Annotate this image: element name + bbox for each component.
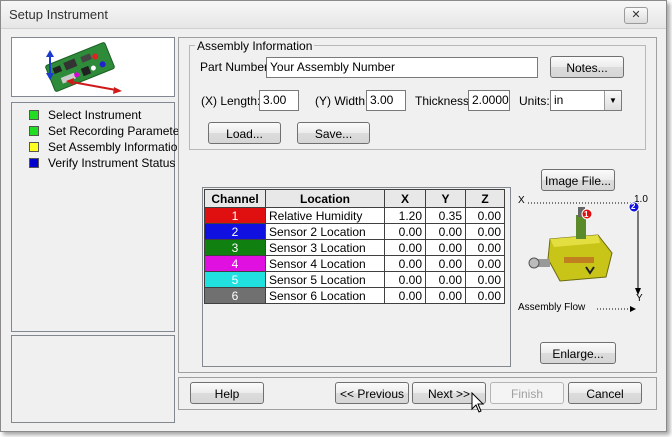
x-cell[interactable]: 0.00 bbox=[384, 271, 426, 288]
z-cell[interactable]: 0.00 bbox=[465, 255, 505, 272]
step-status-indicator bbox=[29, 126, 39, 136]
instrument-image bbox=[528, 207, 613, 282]
length-label: (X) Length: bbox=[201, 94, 261, 108]
table-header-row: Channel Location X Y Z bbox=[204, 189, 505, 208]
step-label: Set Recording Parameters bbox=[48, 124, 190, 138]
length-input[interactable]: 3.00 bbox=[259, 90, 299, 111]
table-row[interactable]: 4 Sensor 4 Location 0.00 0.00 0.00 bbox=[204, 255, 505, 272]
y-cell[interactable]: 0.00 bbox=[425, 271, 466, 288]
table-row[interactable]: 2 Sensor 2 Location 0.00 0.00 0.00 bbox=[204, 223, 505, 240]
chevron-down-icon[interactable]: ▼ bbox=[604, 91, 621, 110]
width-input[interactable]: 3.00 bbox=[366, 90, 406, 111]
circuit-board-image bbox=[45, 42, 122, 94]
z-cell[interactable]: 0.00 bbox=[465, 207, 505, 224]
x-cell[interactable]: 0.00 bbox=[384, 223, 426, 240]
column-header-location[interactable]: Location bbox=[265, 189, 385, 208]
sensor-marker-2-label: 2 bbox=[631, 202, 636, 211]
y-cell[interactable]: 0.00 bbox=[425, 239, 466, 256]
step-label: Select Instrument bbox=[48, 108, 142, 122]
part-number-label: Part Number: bbox=[200, 60, 272, 74]
column-header-y[interactable]: Y bbox=[425, 189, 466, 208]
units-select[interactable]: in ▼ bbox=[550, 90, 622, 111]
step-status-indicator bbox=[29, 110, 39, 120]
mouse-cursor-icon bbox=[471, 392, 485, 413]
save-button[interactable]: Save... bbox=[297, 122, 370, 144]
table-row[interactable]: 6 Sensor 6 Location 0.00 0.00 0.00 bbox=[204, 287, 505, 304]
table-row[interactable]: 3 Sensor 3 Location 0.00 0.00 0.00 bbox=[204, 239, 505, 256]
x-cell[interactable]: 0.00 bbox=[384, 239, 426, 256]
step-label: Verify Instrument Status bbox=[48, 156, 176, 170]
assembly-flow-arrow-icon bbox=[597, 306, 636, 312]
steps-list: Select Instrument Set Recording Paramete… bbox=[11, 102, 189, 332]
location-cell[interactable]: Sensor 4 Location bbox=[265, 255, 385, 272]
channel-cell: 2 bbox=[204, 223, 266, 240]
thickness-input[interactable]: 2.0000 bbox=[468, 90, 510, 111]
y-cell[interactable]: 0.35 bbox=[425, 207, 466, 224]
info-box bbox=[11, 335, 175, 423]
assembly-info-group-label: Assembly Information bbox=[195, 39, 315, 53]
x-cell[interactable]: 1.20 bbox=[384, 207, 426, 224]
finish-button[interactable]: Finish bbox=[490, 382, 564, 404]
location-cell[interactable]: Sensor 3 Location bbox=[265, 239, 385, 256]
z-cell[interactable]: 0.00 bbox=[465, 287, 505, 304]
step-label: Set Assembly Information bbox=[48, 140, 185, 154]
units-selected-value: in bbox=[554, 93, 564, 107]
column-header-z[interactable]: Z bbox=[465, 189, 505, 208]
step-status-indicator bbox=[29, 142, 39, 152]
z-cell[interactable]: 0.00 bbox=[465, 271, 505, 288]
location-cell[interactable]: Sensor 2 Location bbox=[265, 223, 385, 240]
image-file-button[interactable]: Image File... bbox=[541, 169, 615, 191]
notes-button[interactable]: Notes... bbox=[550, 56, 624, 78]
sensor-marker-1-label: 1 bbox=[584, 210, 589, 219]
location-cell[interactable]: Sensor 6 Location bbox=[265, 287, 385, 304]
assembly-flow-label: Assembly Flow bbox=[518, 302, 586, 313]
step-status-indicator bbox=[29, 158, 39, 168]
y-cell[interactable]: 0.00 bbox=[425, 287, 466, 304]
axis-y-label: Y bbox=[636, 293, 643, 304]
part-number-input[interactable]: Your Assembly Number bbox=[266, 57, 538, 78]
previous-button[interactable]: << Previous bbox=[335, 382, 409, 404]
table-row[interactable]: 1 Relative Humidity 1.20 0.35 0.00 bbox=[204, 207, 505, 224]
load-button[interactable]: Load... bbox=[208, 122, 281, 144]
channel-cell: 6 bbox=[204, 287, 266, 304]
setup-instrument-window: Setup Instrument ✕ Select Instrument Set… bbox=[0, 0, 667, 432]
y-cell[interactable]: 0.00 bbox=[425, 223, 466, 240]
channel-cell: 3 bbox=[204, 239, 266, 256]
channel-cell: 5 bbox=[204, 271, 266, 288]
column-header-x[interactable]: X bbox=[384, 189, 426, 208]
channel-cell: 1 bbox=[204, 207, 266, 224]
units-label: Units: bbox=[519, 94, 550, 108]
enlarge-button[interactable]: Enlarge... bbox=[540, 342, 616, 364]
close-button[interactable]: ✕ bbox=[624, 7, 648, 24]
location-cell[interactable]: Sensor 5 Location bbox=[265, 271, 385, 288]
width-label: (Y) Width: bbox=[315, 94, 369, 108]
z-cell[interactable]: 0.00 bbox=[465, 223, 505, 240]
z-cell[interactable]: 0.00 bbox=[465, 239, 505, 256]
y-cell[interactable]: 0.00 bbox=[425, 255, 466, 272]
channel-cell: 4 bbox=[204, 255, 266, 272]
help-button[interactable]: Help bbox=[190, 382, 264, 404]
x-cell[interactable]: 0.00 bbox=[384, 287, 426, 304]
thickness-label: Thickness: bbox=[415, 94, 473, 108]
instrument-thumbnail bbox=[11, 37, 175, 97]
table-row[interactable]: 5 Sensor 5 Location 0.00 0.00 0.00 bbox=[204, 271, 505, 288]
x-cell[interactable]: 0.00 bbox=[384, 255, 426, 272]
title-bar[interactable]: Setup Instrument ✕ bbox=[1, 1, 666, 29]
sensor-location-table[interactable]: Channel Location X Y Z 1 Relative Humidi… bbox=[204, 189, 505, 304]
cancel-button[interactable]: Cancel bbox=[568, 382, 642, 404]
column-header-channel[interactable]: Channel bbox=[204, 189, 266, 208]
window-title: Setup Instrument bbox=[9, 7, 108, 22]
location-cell[interactable]: Relative Humidity bbox=[265, 207, 385, 224]
